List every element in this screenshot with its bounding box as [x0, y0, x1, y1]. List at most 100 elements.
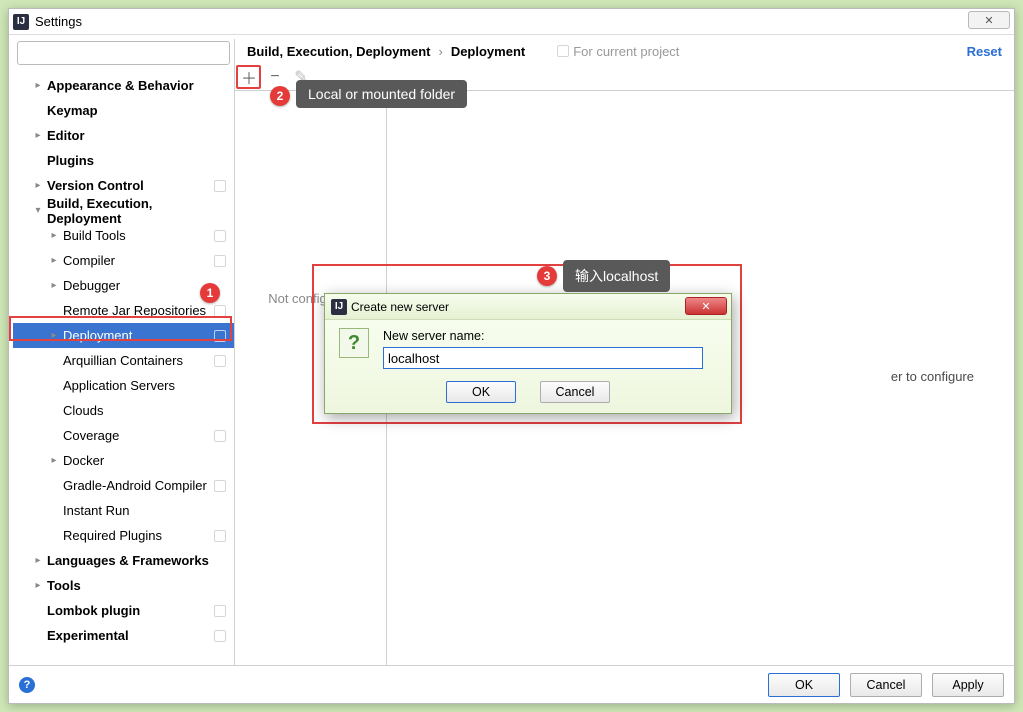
breadcrumb-bar: Build, Execution, Deployment › Deploymen… [235, 39, 1014, 63]
tree-item-label: Tools [47, 578, 81, 593]
project-scope-icon [214, 430, 226, 442]
tree-item-version-control[interactable]: ▸Version Control [13, 173, 234, 198]
tree-item-tools[interactable]: ▸Tools [13, 573, 234, 598]
chevron-right-icon: ▸ [47, 280, 61, 291]
tree-item-deployment[interactable]: ▸Deployment [13, 323, 234, 348]
tree-item-label: Remote Jar Repositories [63, 303, 206, 318]
ok-button[interactable]: OK [768, 673, 840, 697]
for-current-project: For current project [557, 44, 679, 59]
dialog-cancel-button[interactable]: Cancel [540, 381, 610, 403]
tree-item-label: Build, Execution, Deployment [47, 196, 230, 226]
server-name-input[interactable] [383, 347, 703, 369]
tree-item-label: Appearance & Behavior [47, 78, 194, 93]
tree-item-label: Required Plugins [63, 528, 162, 543]
tree-item-label: Debugger [63, 278, 120, 293]
tree-item-keymap[interactable]: Keymap [13, 98, 234, 123]
tree-item-editor[interactable]: ▸Editor [13, 123, 234, 148]
dialog-footer: ? OK Cancel Apply [9, 665, 1014, 703]
settings-sidebar: ▸Appearance & BehaviorKeymap▸EditorPlugi… [13, 39, 235, 665]
project-scope-icon [214, 605, 226, 617]
dialog-title: Create new server [351, 300, 449, 314]
tree-item-instant-run[interactable]: Instant Run [13, 498, 234, 523]
project-scope-icon [214, 530, 226, 542]
settings-search-input[interactable] [17, 41, 230, 65]
tree-item-experimental[interactable]: Experimental [13, 623, 234, 648]
tree-item-appearance-behavior[interactable]: ▸Appearance & Behavior [13, 73, 234, 98]
settings-tree[interactable]: ▸Appearance & BehaviorKeymap▸EditorPlugi… [13, 69, 234, 665]
tree-item-lombok-plugin[interactable]: Lombok plugin [13, 598, 234, 623]
project-scope-icon [214, 255, 226, 267]
detail-hint-text: er to configure [891, 369, 974, 384]
tree-item-label: Build Tools [63, 228, 126, 243]
breadcrumb-leaf: Deployment [451, 44, 525, 59]
tree-item-label: Arquillian Containers [63, 353, 183, 368]
chevron-right-icon: ▸ [47, 255, 61, 266]
project-scope-icon [214, 330, 226, 342]
chevron-right-icon: ▸ [31, 130, 45, 141]
server-name-label: New server name: [383, 329, 484, 343]
tree-item-coverage[interactable]: Coverage [13, 423, 234, 448]
tree-item-application-servers[interactable]: Application Servers [13, 373, 234, 398]
tree-item-label: Docker [63, 453, 104, 468]
app-icon: IJ [13, 14, 29, 30]
create-server-dialog: IJ Create new server ✕ ? New server name… [324, 293, 732, 414]
app-icon: IJ [331, 299, 347, 315]
remove-server-button[interactable]: − [264, 66, 286, 88]
tree-item-label: Lombok plugin [47, 603, 140, 618]
reset-link[interactable]: Reset [967, 44, 1002, 59]
help-button[interactable]: ? [19, 677, 35, 693]
tree-item-required-plugins[interactable]: Required Plugins [13, 523, 234, 548]
cancel-button[interactable]: Cancel [850, 673, 922, 697]
tree-item-label: Instant Run [63, 503, 130, 518]
tree-item-arquillian-containers[interactable]: Arquillian Containers [13, 348, 234, 373]
tree-item-clouds[interactable]: Clouds [13, 398, 234, 423]
tree-item-label: Keymap [47, 103, 98, 118]
project-scope-icon [214, 480, 226, 492]
tree-item-docker[interactable]: ▸Docker [13, 448, 234, 473]
dialog-titlebar: IJ Create new server ✕ [325, 294, 731, 320]
chevron-right-icon: ▸ [31, 80, 45, 91]
tree-item-label: Languages & Frameworks [47, 553, 209, 568]
tree-item-label: Version Control [47, 178, 144, 193]
tree-item-label: Coverage [63, 428, 119, 443]
breadcrumb-sep: › [438, 44, 442, 59]
chevron-right-icon: ▸ [31, 180, 45, 191]
tree-item-label: Gradle-Android Compiler [63, 478, 207, 493]
project-scope-icon [214, 305, 226, 317]
chevron-right-icon: ▸ [31, 580, 45, 591]
dialog-ok-button[interactable]: OK [446, 381, 516, 403]
tree-item-label: Clouds [63, 403, 103, 418]
add-server-button[interactable]: ＋ [238, 66, 260, 88]
tree-item-label: Experimental [47, 628, 129, 643]
annotation-badge-2: 2 [270, 86, 290, 106]
breadcrumb-root[interactable]: Build, Execution, Deployment [247, 44, 430, 59]
question-icon: ? [339, 328, 369, 358]
tree-item-label: Compiler [63, 253, 115, 268]
dialog-close-button[interactable]: ✕ [685, 297, 727, 315]
project-scope-icon [214, 355, 226, 367]
tree-item-languages-frameworks[interactable]: ▸Languages & Frameworks [13, 548, 234, 573]
tree-item-build-execution-deployment[interactable]: ▾Build, Execution, Deployment [13, 198, 234, 223]
titlebar: IJ Settings ✕ [9, 9, 1014, 35]
tree-item-build-tools[interactable]: ▸Build Tools [13, 223, 234, 248]
project-scope-icon [214, 630, 226, 642]
tree-item-compiler[interactable]: ▸Compiler [13, 248, 234, 273]
window-close-button[interactable]: ✕ [968, 11, 1010, 29]
tree-item-plugins[interactable]: Plugins [13, 148, 234, 173]
annotation-badge-3: 3 [537, 266, 557, 286]
project-scope-icon [214, 180, 226, 192]
chevron-right-icon: ▸ [47, 330, 61, 341]
window-title: Settings [35, 14, 82, 29]
tree-item-label: Deployment [63, 328, 132, 343]
annotation-tooltip-3: 输入localhost [563, 260, 670, 292]
tree-item-label: Application Servers [63, 378, 175, 393]
chevron-right-icon: ▸ [47, 230, 61, 241]
apply-button[interactable]: Apply [932, 673, 1004, 697]
chevron-down-icon: ▾ [31, 205, 45, 216]
tree-item-gradle-android-compiler[interactable]: Gradle-Android Compiler [13, 473, 234, 498]
chevron-right-icon: ▸ [31, 555, 45, 566]
tree-item-label: Plugins [47, 153, 94, 168]
tree-item-remote-jar-repositories[interactable]: Remote Jar Repositories [13, 298, 234, 323]
tree-item-label: Editor [47, 128, 85, 143]
chevron-right-icon: ▸ [47, 455, 61, 466]
